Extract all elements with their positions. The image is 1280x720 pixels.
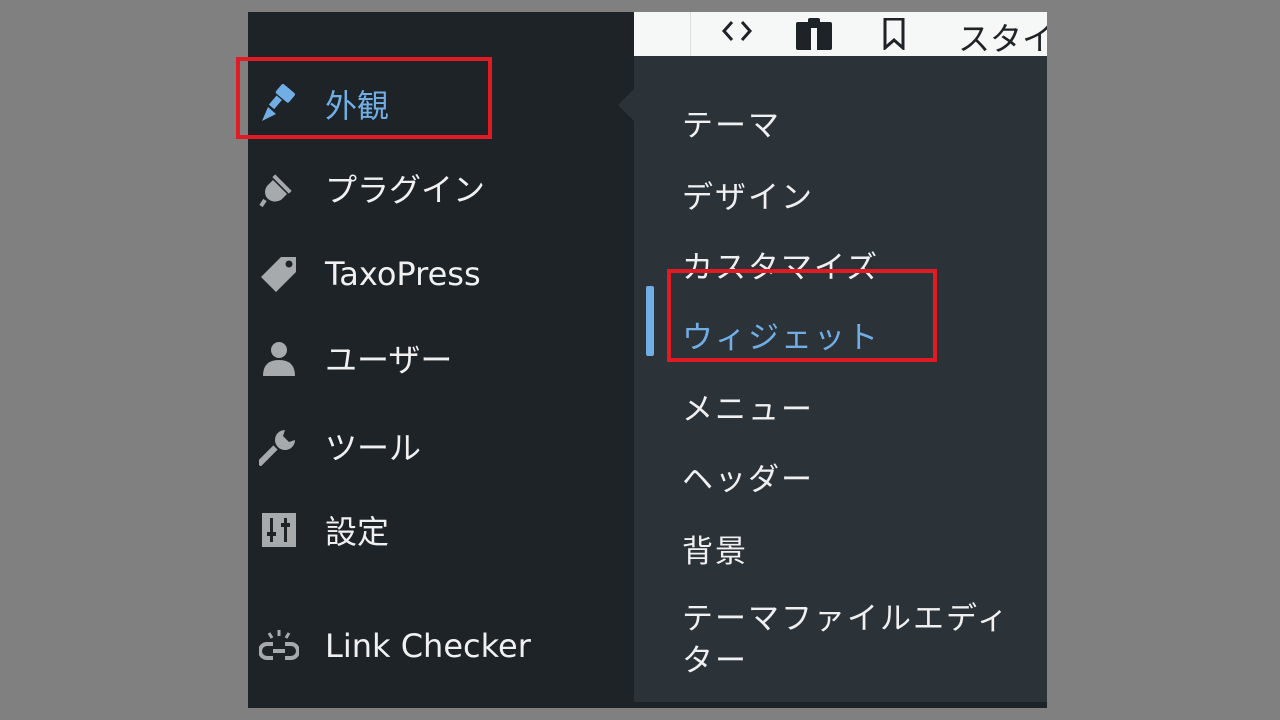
wrench-icon [258, 425, 300, 467]
styles-tab-label[interactable]: スタイ [958, 14, 1047, 60]
submenu-item-menus[interactable]: メニュー [682, 384, 814, 429]
wp-admin-screenshot: 外観 プラグイン TaxoPress ユーザー ツール 設定 Link Chec… [248, 12, 1047, 708]
admin-sidebar-menu: 外観 プラグイン TaxoPress ユーザー ツール 設定 Link Chec… [248, 12, 634, 708]
submenu-item-customize[interactable]: カスタマイズ [682, 242, 879, 287]
submenu-item-design[interactable]: デザイン [682, 172, 814, 217]
appearance-submenu: テーマ デザイン カスタマイズ ウィジェット メニュー ヘッダー 背景 テーマフ… [634, 56, 1047, 702]
menu-item-label: 外観 [325, 87, 390, 125]
menu-item-settings[interactable]: 設定 [248, 500, 634, 560]
submenu-item-header[interactable]: ヘッダー [682, 454, 814, 499]
tag-icon [258, 253, 300, 295]
menu-item-label: ユーザー [325, 341, 453, 379]
flyout-pointer [618, 89, 634, 121]
menu-item-label: TaxoPress [325, 255, 481, 293]
plugin-icon [258, 167, 300, 209]
bookmark-icon[interactable] [882, 17, 906, 54]
toolbar-divider [690, 12, 691, 56]
submenu-item-label-line1: テーマファイルエディ [682, 601, 1010, 637]
submenu-item-themes[interactable]: テーマ [682, 100, 781, 145]
editor-toolbar: スタイ [634, 12, 1047, 60]
menu-item-appearance[interactable]: 外観 [248, 74, 634, 134]
menu-item-label: プラグイン [325, 171, 486, 209]
menu-item-label: Link Checker [325, 627, 531, 665]
submenu-item-background[interactable]: 背景 [682, 526, 748, 571]
submenu-item-widgets[interactable]: ウィジェット [682, 312, 880, 357]
menu-item-plugins[interactable]: プラグイン [248, 158, 634, 218]
menu-item-label: ツール [325, 429, 422, 467]
menu-item-users[interactable]: ユーザー [248, 328, 634, 388]
settings-sliders-icon [258, 509, 300, 551]
menu-item-link-checker[interactable]: Link Checker [248, 616, 634, 676]
submenu-item-label-line2: ター [682, 643, 748, 679]
paintbrush-icon [258, 83, 300, 125]
user-icon [258, 337, 300, 379]
code-icon[interactable] [720, 18, 754, 48]
active-indicator-bar [646, 286, 654, 356]
submenu-item-theme-file-editor[interactable]: テーマファイルエディ ター [682, 598, 1010, 682]
broken-link-icon [258, 625, 300, 667]
menu-item-taxopress[interactable]: TaxoPress [248, 244, 634, 304]
clipboard-icon[interactable] [794, 18, 834, 56]
menu-item-label: 設定 [325, 513, 390, 551]
menu-item-tools[interactable]: ツール [248, 416, 634, 476]
